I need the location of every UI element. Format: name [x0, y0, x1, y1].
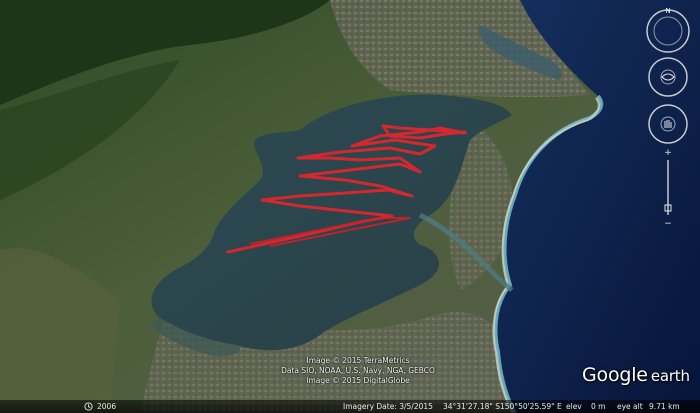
logo-google-text: Google	[582, 364, 648, 386]
credit-line-data-sources: Data SIO, NOAA, U.S. Navy, NGA, GEBCO	[281, 366, 435, 375]
satellite-map[interactable]	[0, 0, 700, 413]
hand-icon	[664, 120, 672, 128]
status-bar: 2006 Imagery Date: 3/5/2015 34°31'27.18"…	[0, 400, 700, 413]
imagery-credits: Image © 2015 TerraMetrics Data SIO, NOAA…	[268, 356, 448, 386]
elevation-value: 0 m	[591, 402, 606, 411]
elevation-label: elev	[566, 402, 582, 411]
eye-altitude-value: 9.71 km	[649, 402, 680, 411]
eye-icon	[661, 73, 675, 81]
longitude-readout: 150°50'25.59" E	[500, 402, 562, 411]
credit-line-digitalglobe: Image © 2015 DigitalGlobe	[306, 376, 410, 385]
map-viewport[interactable]: N + − Image © 2015 TerraMetrics Data SIO…	[0, 0, 700, 413]
latitude-readout: 34°31'27.18" S	[443, 402, 500, 411]
google-earth-logo: Google earth	[582, 364, 690, 386]
imagery-year: 2006	[97, 402, 117, 411]
imagery-date: Imagery Date: 3/5/2015	[343, 402, 433, 411]
zoom-in-icon[interactable]: +	[664, 148, 672, 158]
move-joystick[interactable]	[648, 104, 688, 144]
credit-line-terrametrics: Image © 2015 TerraMetrics	[306, 356, 410, 365]
logo-earth-text: earth	[650, 367, 690, 385]
compass-north-label: N	[665, 7, 670, 15]
zoom-out-icon[interactable]: −	[664, 219, 672, 229]
eye-altitude-label: eye alt	[617, 402, 643, 411]
navigation-controls[interactable]: N + −	[644, 0, 700, 230]
zoom-slider[interactable]: + −	[664, 148, 672, 229]
look-joystick[interactable]	[648, 57, 688, 97]
compass-ring[interactable]	[646, 9, 690, 53]
historical-imagery-icon[interactable]	[84, 402, 93, 411]
